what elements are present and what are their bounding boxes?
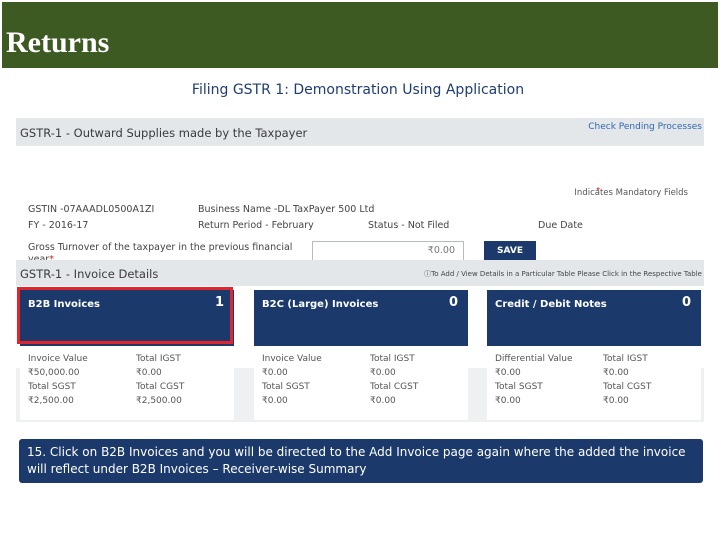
summary-label: Total IGST [136, 354, 181, 364]
slide-subtitle: Filing GSTR 1: Demonstration Using Appli… [191, 82, 525, 98]
summary-value: ₹50,000.00 [28, 368, 80, 378]
summary-label: Total CGST [370, 382, 419, 392]
tile-label: B2C (Large) Invoices [262, 299, 379, 310]
gstr1-screenshot-panel: GSTR-1 - Outward Supplies made by the Ta… [16, 118, 704, 422]
due-date-field: Due Date [538, 220, 583, 231]
summary-label: Invoice Value [262, 354, 322, 364]
invoice-details-title: GSTR-1 - Invoice Details [20, 267, 159, 281]
outward-supplies-title: GSTR-1 - Outward Supplies made by the Ta… [20, 126, 308, 140]
title-bar: Returns [0, 0, 720, 70]
summary-label: Total IGST [370, 354, 415, 364]
summary-label: Total CGST [136, 382, 185, 392]
business-name-field: Business Name -DL TaxPayer 500 Ltd [198, 204, 375, 215]
b2c-large-invoices-tile[interactable]: B2C (Large) Invoices 0 [254, 290, 468, 346]
summary-label: Total SGST [495, 382, 543, 392]
tile-label: Credit / Debit Notes [495, 299, 607, 310]
fy-field: FY - 2016-17 [28, 220, 89, 231]
credit-debit-summary: Differential Value Total IGST ₹0.00 ₹0.0… [487, 348, 701, 420]
summary-value: ₹0.00 [262, 368, 288, 378]
summary-label: Differential Value [495, 354, 573, 364]
summary-label: Invoice Value [28, 354, 88, 364]
invoice-note-text: To Add / View Details in a Particular Ta… [431, 270, 702, 278]
summary-label: Total IGST [603, 354, 648, 364]
summary-value: ₹0.00 [495, 396, 521, 406]
turnover-input[interactable]: ₹0.00 [312, 241, 464, 261]
b2b-summary: Invoice Value Total IGST ₹50,000.00 ₹0.0… [20, 348, 234, 420]
summary-value: ₹0.00 [370, 396, 396, 406]
mandatory-note: Indicates Mandatory Fields [574, 188, 688, 198]
invoice-details-note: ⓘTo Add / View Details in a Particular T… [424, 269, 702, 279]
summary-label: Total SGST [28, 382, 76, 392]
summary-value: ₹0.00 [603, 368, 629, 378]
summary-value: ₹0.00 [136, 368, 162, 378]
save-button[interactable]: SAVE [484, 241, 536, 261]
b2b-highlight-box [17, 287, 233, 344]
summary-value: ₹2,500.00 [136, 396, 182, 406]
gstin-field: GSTIN -07AAADL0500A1ZI [28, 204, 155, 215]
invoice-details-header: GSTR-1 - Invoice Details ⓘTo Add / View … [16, 260, 704, 286]
outward-supplies-header: GSTR-1 - Outward Supplies made by the Ta… [16, 118, 704, 146]
slide-title: Returns [6, 26, 110, 59]
credit-debit-notes-tile[interactable]: Credit / Debit Notes 0 [487, 290, 701, 346]
summary-value: ₹0.00 [262, 396, 288, 406]
tile-count: 0 [681, 295, 691, 310]
caption-text: 15. Click on B2B Invoices and you will b… [27, 445, 686, 476]
summary-value: ₹0.00 [370, 368, 396, 378]
summary-label: Total CGST [603, 382, 652, 392]
return-period-field: Return Period - February [198, 220, 314, 231]
title-band: Returns [2, 2, 718, 68]
summary-label: Total SGST [262, 382, 310, 392]
summary-value: ₹2,500.00 [28, 396, 74, 406]
check-pending-link[interactable]: Check Pending Processes [588, 122, 702, 132]
b2c-large-summary: Invoice Value Total IGST ₹0.00 ₹0.00 Tot… [254, 348, 468, 420]
status-field: Status - Not Filed [368, 220, 450, 231]
tile-count: 0 [448, 295, 458, 310]
summary-value: ₹0.00 [603, 396, 629, 406]
instruction-caption: 15. Click on B2B Invoices and you will b… [19, 439, 703, 483]
summary-value: ₹0.00 [495, 368, 521, 378]
